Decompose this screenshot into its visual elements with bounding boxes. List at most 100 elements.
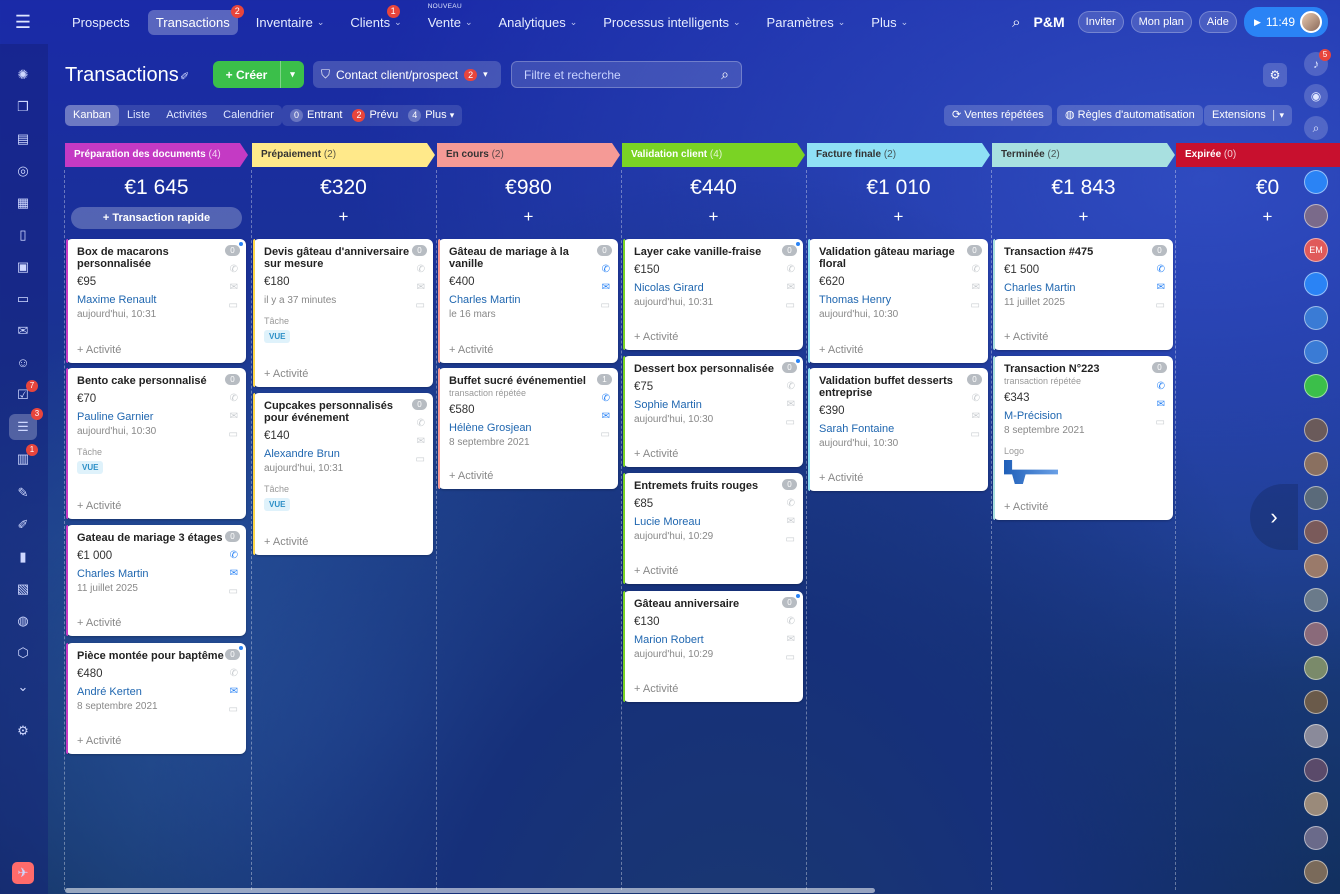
repeat-sales-button[interactable]: ⟳ Ventes répétées (944, 105, 1052, 126)
add-deal-button[interactable]: + (437, 205, 620, 229)
deal-card[interactable]: Entremets fruits rouges €85 Lucie Moreau au… (623, 473, 803, 584)
mail-icon[interactable]: ✉ (230, 686, 238, 697)
deal-card[interactable]: Box de macarons personnalisée €95 Maxime R… (66, 239, 246, 363)
deal-card[interactable]: Validation buffet desserts entreprise €39… (808, 368, 988, 491)
comment-icon[interactable]: ▭ (786, 652, 795, 663)
add-deal-button[interactable]: + (992, 205, 1175, 229)
mail-icon[interactable]: ✉ (230, 411, 238, 422)
deal-card[interactable]: Transaction N°223 transaction répétée €343… (993, 356, 1173, 520)
comment-icon[interactable]: ▭ (416, 300, 425, 311)
tab-calendrier[interactable]: Calendrier (215, 105, 282, 126)
deal-card[interactable]: Dessert box personnalisée €75 Sophie Marti… (623, 356, 803, 467)
phone-icon[interactable]: ✆ (1157, 264, 1165, 275)
phone-icon[interactable]: ✆ (230, 668, 238, 679)
deal-client-link[interactable]: Pauline Garnier (77, 411, 235, 423)
quick-deal-button[interactable]: + Transaction rapide (71, 207, 242, 229)
column-header[interactable]: Prépaiement (2) (252, 143, 435, 167)
deal-client-link[interactable]: Charles Martin (1004, 282, 1162, 294)
mail-icon[interactable]: ✉ (787, 282, 795, 293)
phone-icon[interactable]: ✆ (230, 550, 238, 561)
column-header[interactable]: En cours (2) (437, 143, 620, 167)
target-icon[interactable]: ◎ (14, 162, 32, 180)
help-button[interactable]: Aide (1198, 11, 1237, 33)
mail-icon[interactable]: ✉ (230, 568, 238, 579)
deal-client-link[interactable]: Charles Martin (449, 294, 607, 306)
comment-icon[interactable]: ▭ (229, 300, 238, 311)
user-avatar[interactable] (1304, 418, 1328, 442)
comment-icon[interactable]: ▭ (786, 417, 795, 428)
sign-icon[interactable]: ✎ (14, 484, 32, 502)
deal-client-link[interactable]: Marion Robert (634, 634, 792, 646)
analytics-icon[interactable]: ▮ (14, 548, 32, 566)
add-activity-button[interactable]: + Activité (449, 344, 493, 356)
user-avatar[interactable] (1304, 486, 1328, 510)
deal-card[interactable]: Validation gâteau mariage floral €620 Thom… (808, 239, 988, 363)
mail-icon[interactable]: ✉ (972, 411, 980, 422)
group-avatar[interactable] (1304, 374, 1328, 398)
chat-icon[interactable]: ❐ (14, 98, 32, 116)
deal-client-link[interactable]: Charles Martin (77, 568, 235, 580)
deal-card[interactable]: Transaction #475 €1 500 Charles Martin 11 j… (993, 239, 1173, 350)
add-activity-button[interactable]: + Activité (1004, 331, 1048, 343)
crm-icon[interactable]: ☰ 3 (9, 408, 43, 440)
user-avatar[interactable] (1304, 792, 1328, 816)
phone-icon[interactable]: ✆ (602, 264, 610, 275)
comment-icon[interactable]: ▭ (601, 300, 610, 311)
comment-icon[interactable]: ▭ (1156, 417, 1165, 428)
deal-title[interactable]: Gâteau anniversaire (634, 598, 782, 610)
comment-icon[interactable]: ▭ (601, 429, 610, 440)
user-avatar[interactable] (1304, 758, 1328, 782)
deal-title[interactable]: Dessert box personnalisée (634, 363, 782, 375)
user-avatar[interactable] (1304, 690, 1328, 714)
comment-icon[interactable]: ▭ (786, 534, 795, 545)
chevron-down-icon[interactable]: ⌄ (14, 678, 32, 696)
comment-icon[interactable]: ▭ (971, 429, 980, 440)
phone-icon[interactable]: ✆ (230, 264, 238, 275)
rocket-icon[interactable]: ✈ (12, 862, 34, 884)
cards-icon[interactable]: ▧ (14, 580, 32, 598)
mail-icon[interactable]: ✉ (417, 436, 425, 447)
user-avatar[interactable] (1304, 622, 1328, 646)
horizontal-scrollbar[interactable] (65, 888, 875, 893)
bell-icon[interactable]: ♪ 5 (1304, 49, 1331, 76)
deal-title[interactable]: Box de macarons personnalisée (77, 246, 225, 270)
calendar-icon[interactable]: ▦ (14, 194, 32, 212)
invite-button[interactable]: Inviter (1077, 11, 1124, 33)
add-activity-button[interactable]: + Activité (449, 470, 493, 482)
column-header[interactable]: Validation client (4) (622, 143, 805, 167)
user-avatar[interactable] (1304, 520, 1328, 544)
phone-icon[interactable]: ✆ (1157, 381, 1165, 392)
deal-title[interactable]: Entremets fruits rouges (634, 480, 782, 492)
add-activity-button[interactable]: + Activité (634, 331, 678, 343)
deal-client-link[interactable]: André Kerten (77, 686, 235, 698)
mail-icon[interactable]: ✉ (787, 516, 795, 527)
phone-icon[interactable]: ✆ (972, 393, 980, 404)
group-avatar[interactable] (1304, 306, 1328, 330)
add-activity-button[interactable]: + Activité (77, 500, 121, 512)
contact-filter-button[interactable]: ⛉ Contact client/prospect 2 ▾ (313, 61, 501, 88)
settings-icon[interactable]: ⚙ (14, 722, 32, 740)
nav-inventaire[interactable]: Inventaire ⌄ (248, 10, 333, 35)
deal-title[interactable]: Validation gâteau mariage floral (819, 246, 967, 270)
deal-title[interactable]: Validation buffet desserts entreprise (819, 375, 967, 399)
add-activity-button[interactable]: + Activité (819, 472, 863, 484)
tab-kanban[interactable]: Kanban (65, 105, 119, 126)
automation-rules-button[interactable]: ◍ Règles d'automatisation (1057, 105, 1203, 126)
planner-icon[interactable]: ▥ 1 (14, 444, 38, 468)
pin-icon[interactable]: ✐ (180, 70, 189, 83)
add-activity-button[interactable]: + Activité (634, 448, 678, 460)
my-plan-button[interactable]: Mon plan (1130, 11, 1192, 33)
comment-icon[interactable]: ▭ (229, 704, 238, 715)
tab-liste[interactable]: Liste (119, 105, 158, 126)
robot-icon[interactable]: ◍ (14, 612, 32, 630)
comment-icon[interactable]: ▭ (971, 300, 980, 311)
user-avatar[interactable] (1304, 724, 1328, 748)
add-activity-button[interactable]: + Activité (77, 735, 121, 747)
column-header[interactable]: Facture finale (2) (807, 143, 990, 167)
user-avatar[interactable] (1304, 860, 1328, 884)
document-icon[interactable]: ▤ (14, 130, 32, 148)
mail-icon[interactable]: ✉ (417, 282, 425, 293)
filter-more[interactable]: 4 Plus ▾ (408, 109, 454, 122)
user-avatar[interactable] (1304, 452, 1328, 476)
settings-gear-button[interactable]: ⚙ (1263, 63, 1287, 87)
